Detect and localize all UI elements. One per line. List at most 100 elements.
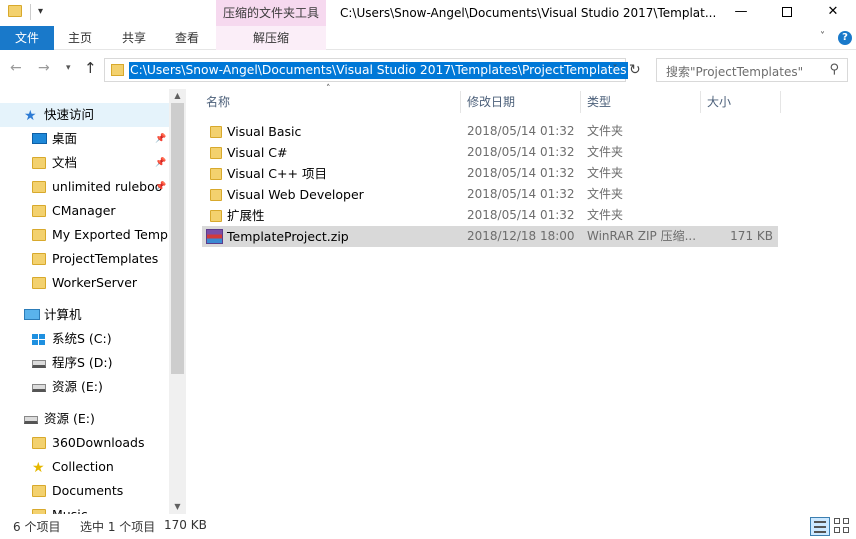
search-box[interactable]: 搜索"ProjectTemplates" ⚲ [656, 58, 848, 82]
forward-arrow-icon[interactable]: → [38, 60, 50, 76]
column-divider[interactable] [780, 91, 781, 113]
sidebar-item[interactable]: 资源 (E:) [0, 407, 169, 431]
folder-icon [32, 229, 46, 241]
file-row[interactable]: Visual Web Developer 2018/05/14 01:32 文件夹 [202, 184, 778, 205]
file-date: 2018/05/14 01:32 [467, 124, 575, 138]
address-bar[interactable]: C:\Users\Snow-Angel\Documents\Visual Stu… [104, 58, 628, 82]
expand-ribbon-icon[interactable]: ˅ [820, 31, 825, 42]
sidebar-item[interactable]: ★ 快速访问 [0, 103, 169, 127]
quick-access-toolbar-dropdown[interactable]: ▾ [38, 6, 43, 17]
column-header-type[interactable]: 类型 [587, 89, 611, 115]
folder-icon [32, 181, 46, 193]
computer-icon [24, 309, 40, 320]
column-divider[interactable] [460, 91, 461, 113]
maximize-icon [782, 6, 792, 17]
folder-icon [32, 277, 46, 289]
search-icon[interactable]: ⚲ [829, 62, 839, 77]
pin-icon[interactable]: 📌 [155, 127, 166, 151]
sidebar-item[interactable]: 计算机 [0, 303, 169, 327]
file-name: 扩展性 [227, 208, 265, 223]
file-date: 2018/12/18 18:00 [467, 229, 575, 243]
sidebar-item[interactable]: Music [0, 503, 169, 514]
address-toolbar: ← → ▾ ↑ C:\Users\Snow-Angel\Documents\Vi… [0, 51, 856, 89]
address-path-input[interactable]: C:\Users\Snow-Angel\Documents\Visual Stu… [129, 62, 628, 79]
ribbon-tabs: 文件 主页 共享 查看 解压缩 ˅ ? [0, 26, 856, 50]
back-arrow-icon[interactable]: ← [10, 60, 22, 76]
sidebar-item[interactable]: 程序S (D:) [0, 351, 169, 375]
up-arrow-icon[interactable]: ↑ [84, 59, 97, 77]
column-divider[interactable] [700, 91, 701, 113]
file-row[interactable]: Visual C++ 项目 2018/05/14 01:32 文件夹 [202, 163, 778, 184]
title-bar: ▾ 压缩的文件夹工具 C:\Users\Snow-Angel\Documents… [0, 0, 856, 26]
pin-icon[interactable]: 📌 [155, 175, 166, 199]
file-row[interactable]: 扩展性 2018/05/14 01:32 文件夹 [202, 205, 778, 226]
column-header-name[interactable]: 名称 [206, 89, 230, 115]
column-divider[interactable] [580, 91, 581, 113]
file-date: 2018/05/14 01:32 [467, 187, 575, 201]
sidebar-item-label: Documents [52, 483, 124, 498]
tab-home[interactable]: 主页 [68, 26, 92, 50]
tab-extract[interactable]: 解压缩 [216, 26, 326, 50]
file-type: WinRAR ZIP 压缩... [587, 229, 697, 243]
sidebar-item-label: 桌面 [52, 131, 78, 146]
file-row[interactable]: TemplateProject.zip 2018/12/18 18:00 WinRA… [202, 226, 778, 247]
close-button[interactable]: ✕ [810, 0, 856, 26]
status-item-count: 6 个项目 [13, 520, 61, 534]
drive-icon [32, 360, 46, 368]
sidebar-item[interactable]: ProjectTemplates [0, 247, 169, 271]
details-view-button[interactable] [810, 517, 830, 536]
sidebar-item-label: 程序S (D:) [52, 355, 113, 370]
sidebar-item-label: unlimited ruleboo [52, 179, 163, 194]
maximize-button[interactable] [764, 0, 810, 26]
search-input[interactable]: 搜索"ProjectTemplates" [666, 63, 803, 80]
file-date: 2018/05/14 01:32 [467, 166, 575, 180]
sidebar-item[interactable]: ★ Collection [0, 455, 169, 479]
folder-icon [210, 168, 222, 180]
sidebar-item[interactable]: 文档 📌 [0, 151, 169, 175]
sidebar-item[interactable]: 桌面 📌 [0, 127, 169, 151]
sidebar-item[interactable]: 360Downloads [0, 431, 169, 455]
refresh-icon[interactable]: ↻ [629, 62, 641, 78]
scrollbar-thumb[interactable] [171, 103, 184, 374]
file-type: 文件夹 [587, 145, 624, 159]
file-row[interactable]: Visual Basic 2018/05/14 01:32 文件夹 [202, 121, 778, 142]
column-header-date[interactable]: 修改日期 [467, 89, 515, 115]
large-icons-view-button[interactable] [834, 518, 851, 535]
address-dropdown-icon[interactable]: ˅ [605, 59, 625, 81]
sidebar-item-label: CManager [52, 203, 116, 218]
sidebar-item[interactable]: Documents [0, 479, 169, 503]
status-bar: 6 个项目 选中 1 个项目 170 KB [0, 514, 856, 539]
minimize-button[interactable]: — [718, 0, 764, 26]
tab-file[interactable]: 文件 [0, 26, 54, 50]
sidebar-item[interactable]: CManager [0, 199, 169, 223]
windows-drive-icon [32, 334, 45, 345]
sidebar-item[interactable]: unlimited ruleboo 📌 [0, 175, 169, 199]
folder-icon[interactable] [8, 5, 22, 17]
status-selection: 选中 1 个项目 [80, 520, 156, 534]
sidebar-item[interactable]: 系统S (C:) [0, 327, 169, 351]
file-size: 171 KB [730, 229, 773, 243]
tab-view[interactable]: 查看 [175, 26, 199, 50]
file-name: TemplateProject.zip [227, 229, 349, 244]
pin-icon[interactable]: 📌 [155, 151, 166, 175]
file-type: 文件夹 [587, 166, 624, 180]
folder-icon [32, 157, 46, 169]
folder-icon [210, 189, 222, 201]
navigation-scrollbar[interactable]: ▲ ▼ [169, 89, 186, 514]
sidebar-item[interactable]: My Exported Templ [0, 223, 169, 247]
tab-share[interactable]: 共享 [122, 26, 146, 50]
folder-icon [210, 126, 222, 138]
scroll-up-arrow[interactable]: ▲ [169, 89, 186, 103]
file-row[interactable]: Visual C# 2018/05/14 01:32 文件夹 [202, 142, 778, 163]
folder-icon [210, 147, 222, 159]
scroll-down-arrow[interactable]: ▼ [169, 500, 186, 514]
recent-locations-dropdown[interactable]: ▾ [66, 63, 71, 73]
sidebar-item[interactable]: 资源 (E:) [0, 375, 169, 399]
help-icon[interactable]: ? [838, 31, 852, 45]
sidebar-item[interactable]: WorkerServer [0, 271, 169, 295]
column-header-size[interactable]: 大小 [707, 89, 731, 115]
folder-icon [32, 205, 46, 217]
details-view-icon [814, 521, 826, 523]
context-tab-compressed-folder-tools: 压缩的文件夹工具 [216, 0, 326, 26]
folder-icon [210, 210, 222, 222]
